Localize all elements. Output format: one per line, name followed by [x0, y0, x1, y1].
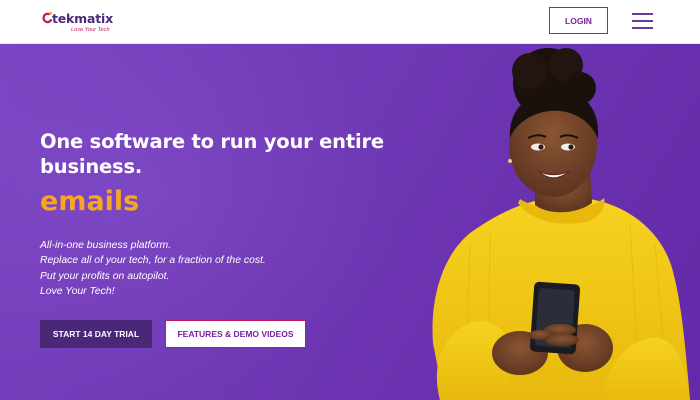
hamburger-menu-icon[interactable] [632, 12, 654, 30]
login-button[interactable]: LOGIN [549, 7, 608, 34]
hero-headline: One software to run your entire business… [40, 130, 384, 178]
hero-line: Replace all of your tech, for a fraction… [40, 255, 266, 267]
brand-tagline: Love Your Tech [71, 27, 110, 33]
hero-line: Love Your Tech! [40, 286, 115, 298]
features-demo-videos-button[interactable]: FEATURES & DEMO VIDEOS [165, 320, 306, 348]
hero-rotating-word: emails [40, 186, 140, 217]
hero-line: All-in-one business platform. [40, 240, 172, 251]
landing-page: tekmatix Love Your Tech LOGIN One softwa… [0, 0, 700, 400]
brand-logo[interactable]: tekmatix Love Your Tech [40, 10, 120, 36]
start-trial-button[interactable]: START 14 DAY TRIAL [40, 320, 152, 348]
hero-line: Put your profits on autopilot. [40, 270, 170, 282]
hero-description: All-in-one business platform. Replace al… [40, 238, 266, 300]
hero-section: One software to run your entire business… [0, 43, 700, 400]
top-navbar: tekmatix Love Your Tech LOGIN [0, 0, 700, 44]
brand-name: tekmatix [52, 11, 113, 26]
